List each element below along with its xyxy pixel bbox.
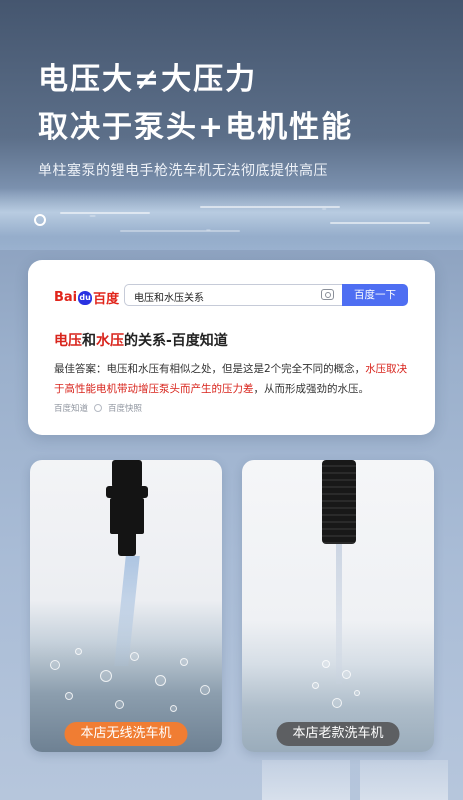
- label-new-washer: 本店无线洗车机: [64, 722, 188, 746]
- source-snapshot-link[interactable]: 百度快照: [108, 402, 142, 414]
- headline-line1: 电压大≠大压力: [38, 62, 258, 97]
- result-title-text: 的关系-百度知道: [124, 333, 228, 349]
- result-title-keyword: 电压: [54, 333, 82, 349]
- result-title-link[interactable]: 电压和水压的关系-百度知道: [54, 330, 228, 350]
- headline-line2: 取决于泵头+电机性能: [38, 110, 354, 145]
- result-title-text: 和: [82, 333, 96, 349]
- ring-icon: [34, 214, 46, 226]
- water-ripple: [120, 230, 240, 232]
- source-name[interactable]: 百度知道: [54, 402, 88, 414]
- baidu-logo: Bai du 百度: [54, 288, 119, 307]
- water-ripple: [200, 206, 340, 208]
- nozzle-top: [112, 460, 142, 488]
- baidu-search-card: Bai du 百度 电压和水压关系 百度一下 电压和水压的关系-百度知道 最佳答…: [28, 260, 435, 435]
- baidu-paw-icon: du: [78, 290, 93, 305]
- baidu-logo-bai: Bai: [54, 290, 78, 305]
- result-title-keyword: 水压: [96, 333, 124, 349]
- photo-old-washer: 本店老款洗车机: [242, 460, 434, 752]
- water-splash-band: [0, 188, 463, 250]
- water-ripple: [60, 212, 150, 214]
- camera-icon[interactable]: [321, 289, 334, 300]
- search-input[interactable]: 电压和水压关系: [124, 284, 342, 306]
- answer-prefix: 最佳答案：电压和水压有相似之处，但是这是2个完全不同的概念，: [54, 363, 366, 375]
- bottom-tile: [262, 760, 350, 800]
- nozzle-body: [110, 498, 144, 534]
- answer-suffix: ，从而形成强劲的水压。: [253, 383, 370, 395]
- result-answer: 最佳答案：电压和水压有相似之处，但是这是2个完全不同的概念，水压取决于高性能电机…: [54, 359, 414, 399]
- baidu-logo-cn: 百度: [93, 292, 120, 307]
- search-button[interactable]: 百度一下: [342, 284, 408, 306]
- bottom-tile: [360, 760, 448, 800]
- photo-new-washer: 本店无线洗车机: [30, 460, 222, 752]
- search-query: 电压和水压关系: [134, 293, 204, 304]
- result-source: 百度知道 百度快照: [54, 402, 142, 414]
- headline-subline: 单柱塞泵的锂电手枪洗车机无法彻底提供高压: [38, 163, 328, 179]
- label-old-washer: 本店老款洗车机: [276, 722, 400, 746]
- nozzle-tip: [118, 534, 136, 556]
- dot-icon: [94, 404, 103, 412]
- water-ripple: [330, 222, 430, 224]
- nozzle-body: [322, 460, 356, 544]
- nozzle-ring: [106, 486, 148, 498]
